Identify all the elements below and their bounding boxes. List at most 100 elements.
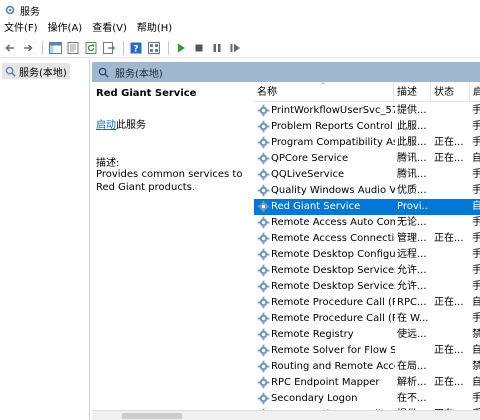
service-startup-cell: 手 bbox=[472, 105, 480, 116]
search-services-icon bbox=[5, 66, 16, 77]
start-service-suffix: 此服务 bbox=[116, 120, 146, 131]
service-startup-cell: 自 bbox=[472, 153, 480, 164]
service-name-cell: QPCore Service bbox=[271, 153, 349, 164]
service-startup-cell: 手 bbox=[472, 169, 480, 180]
start-service-line: 启动此服务 bbox=[96, 116, 146, 131]
restart-icon[interactable] bbox=[227, 40, 243, 56]
back-arrow-icon[interactable] bbox=[2, 40, 18, 56]
gear-icon bbox=[257, 328, 271, 342]
table-row[interactable]: Remote Solver for Flow Si... 正在... 自 bbox=[254, 343, 480, 359]
refresh-icon[interactable] bbox=[83, 40, 99, 56]
service-description-cell: 优质... bbox=[397, 185, 427, 196]
service-name-cell: Secondary Logon bbox=[271, 393, 358, 404]
service-name-cell: PrintWorkflowUserSvc_572... bbox=[271, 105, 395, 116]
table-row[interactable]: Quality Windows Audio Vi... 优质... 手 bbox=[254, 183, 480, 199]
service-title: Red Giant Service bbox=[96, 88, 197, 99]
table-row[interactable]: Red Giant Service Provi... 自 bbox=[254, 199, 480, 215]
service-description-cell: 在 W... bbox=[397, 313, 429, 324]
gear-icon bbox=[257, 376, 271, 390]
forward-arrow-icon[interactable] bbox=[20, 40, 36, 56]
svg-text:?: ? bbox=[133, 44, 138, 54]
service-status-cell bbox=[434, 263, 470, 279]
gear-icon bbox=[257, 232, 271, 246]
service-startup-cell: 手 bbox=[472, 137, 480, 148]
table-row[interactable]: Remote Desktop Services ...允许... 手 bbox=[254, 279, 480, 295]
table-row[interactable]: RPC Endpoint Mapper 解析... 正在... 自 bbox=[254, 375, 480, 391]
column-header-status[interactable]: 状态 bbox=[431, 82, 470, 102]
column-header-startup[interactable]: 启 bbox=[470, 82, 480, 102]
gear-icon bbox=[257, 344, 271, 358]
properties-icon[interactable] bbox=[65, 40, 81, 56]
table-row[interactable]: QPCore Service 腾讯... 正在... 自 bbox=[254, 151, 480, 167]
service-status-cell bbox=[434, 311, 470, 327]
service-startup-cell: 自 bbox=[472, 377, 480, 388]
service-description-cell: 腾讯... bbox=[397, 153, 427, 164]
service-startup-cell: 自 bbox=[472, 201, 480, 212]
gear-icon bbox=[257, 136, 271, 150]
service-status-cell bbox=[434, 183, 470, 199]
table-row[interactable]: QQLiveService 腾讯... 手 bbox=[254, 167, 480, 183]
console-tree: 服务(本地) bbox=[0, 59, 90, 420]
service-status-cell bbox=[434, 167, 470, 183]
console-tree-icon[interactable] bbox=[47, 40, 63, 56]
toolbar-separator bbox=[123, 40, 124, 55]
table-row[interactable]: Remote Procedure Call (R... 在 W... 手 bbox=[254, 311, 480, 327]
help-icon[interactable]: ? bbox=[128, 40, 144, 56]
table-row[interactable]: Remote Procedure Call (R... RPC... 正在... 自 bbox=[254, 295, 480, 311]
gear-icon bbox=[257, 296, 271, 310]
search-services-icon bbox=[98, 67, 109, 78]
menu-action[interactable]: 操作(A) bbox=[44, 20, 89, 38]
table-row[interactable]: Remote Desktop Configur... 远程... 手 bbox=[254, 247, 480, 263]
table-row[interactable]: Remote Desktop Services 允许... 手 bbox=[254, 263, 480, 279]
gear-icon bbox=[257, 280, 271, 294]
scrollbar-thumb[interactable] bbox=[122, 413, 182, 419]
export-icon[interactable] bbox=[101, 40, 117, 56]
stop-icon[interactable] bbox=[191, 40, 207, 56]
column-header-description[interactable]: 描述 bbox=[394, 82, 431, 102]
service-startup-cell: 手 bbox=[472, 233, 480, 244]
table-row[interactable]: Program Compatibility Assi...此服... 正在... 手 bbox=[254, 135, 480, 151]
service-startup-cell: 手 bbox=[472, 281, 480, 292]
service-description-cell: 此服... bbox=[397, 121, 427, 132]
gear-window-icon bbox=[5, 5, 15, 15]
horizontal-scrollbar[interactable] bbox=[92, 410, 480, 420]
gear-icon bbox=[257, 312, 271, 326]
tree-item-services-local[interactable]: 服务(本地) bbox=[2, 63, 70, 79]
service-description-cell: 在局... bbox=[397, 361, 427, 372]
service-detail-pane: Red Giant Service 启动此服务 描述: Provides com… bbox=[92, 82, 252, 420]
menu-view[interactable]: 查看(V) bbox=[88, 20, 133, 38]
service-status-cell bbox=[434, 119, 470, 135]
service-description-cell bbox=[397, 343, 429, 359]
view-icon[interactable] bbox=[146, 40, 162, 56]
service-description-cell: 解析... bbox=[397, 377, 427, 388]
service-status-cell bbox=[434, 391, 470, 407]
list-header: 名称 ^ 描述 状态 启 bbox=[254, 82, 480, 102]
service-status-cell bbox=[434, 359, 470, 375]
service-name-cell: Remote Procedure Call (R... bbox=[271, 313, 395, 324]
service-description-cell: 无论... bbox=[397, 217, 427, 228]
menu-file[interactable]: 文件(F) bbox=[0, 20, 44, 38]
service-name-cell: Remote Registry bbox=[271, 329, 354, 340]
menu-help[interactable]: 帮助(H) bbox=[133, 20, 178, 38]
pause-icon[interactable] bbox=[209, 40, 225, 56]
table-row[interactable]: Routing and Remote Access在局... 禁 bbox=[254, 359, 480, 375]
service-description-cell: 腾讯... bbox=[397, 169, 427, 180]
description-text: Provides common services to Red Giant pr… bbox=[96, 169, 243, 193]
start-service-link[interactable]: 启动 bbox=[96, 120, 116, 131]
service-name-cell: Remote Solver for Flow Si... bbox=[271, 345, 395, 356]
table-row[interactable]: Secondary Logon 在不... 手 bbox=[254, 391, 480, 407]
service-status-cell: 正在... bbox=[434, 153, 464, 164]
play-icon[interactable] bbox=[173, 40, 189, 56]
service-name-cell: RPC Endpoint Mapper bbox=[271, 377, 380, 388]
gear-icon bbox=[257, 360, 271, 374]
service-description-cell: 允许... bbox=[397, 281, 427, 292]
table-row[interactable]: Remote Access Auto Conn...无论... 手 bbox=[254, 215, 480, 231]
service-startup-cell: 自 bbox=[472, 345, 480, 356]
services-list: 名称 ^ 描述 状态 启 PrintWorkflowUserSvc_572...… bbox=[254, 82, 480, 420]
service-name-cell: Routing and Remote Access bbox=[271, 361, 395, 372]
service-startup-cell: 手 bbox=[472, 121, 480, 132]
table-row[interactable]: PrintWorkflowUserSvc_572...提供... 手 bbox=[254, 103, 480, 119]
table-row[interactable]: Remote Access Connectio...管理... 正在... 手 bbox=[254, 231, 480, 247]
table-row[interactable]: Problem Reports Control P...此服... 手 bbox=[254, 119, 480, 135]
table-row[interactable]: Remote Registry 使远... 禁 bbox=[254, 327, 480, 343]
